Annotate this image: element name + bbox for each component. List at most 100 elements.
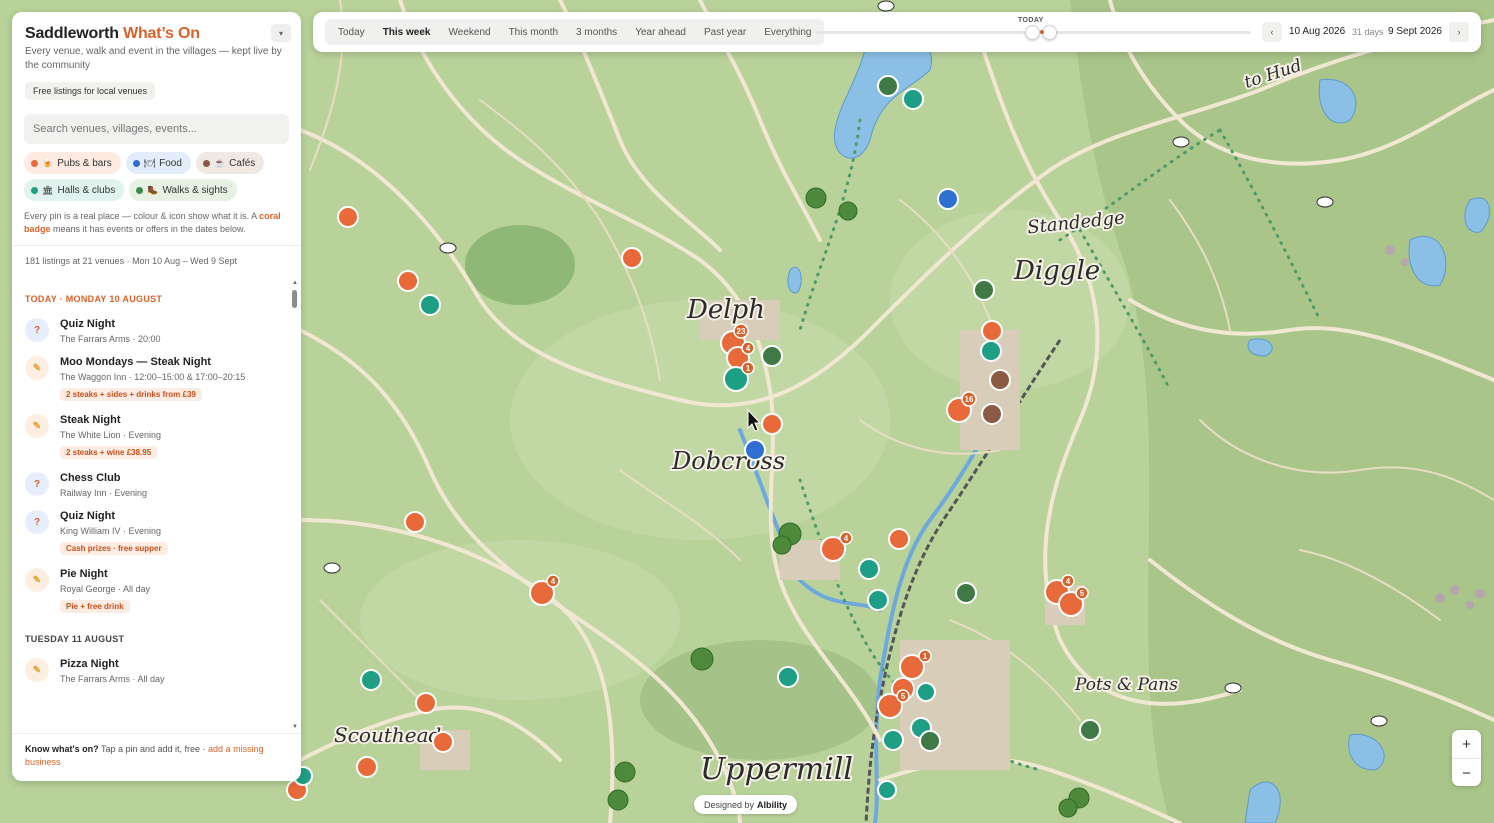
event-list-item[interactable]: ✎ Pie Night Royal George · All day Pie + fr… bbox=[12, 562, 301, 620]
range-tab[interactable]: This month bbox=[500, 21, 567, 43]
event-badge: 4 bbox=[839, 531, 853, 545]
chevron-down-icon[interactable]: ▾ bbox=[271, 24, 291, 42]
timeline-bar: Today This week Weekend This month 3 months Y… bbox=[313, 12, 1481, 52]
free-listings-badge[interactable]: Free listings for local venues bbox=[25, 82, 156, 100]
scroll-up-icon[interactable]: ▲ bbox=[292, 280, 298, 286]
hall-pin[interactable] bbox=[902, 88, 924, 110]
food-pin[interactable] bbox=[744, 439, 766, 461]
scroll-down-icon[interactable]: ▼ bbox=[292, 724, 298, 730]
range-tab[interactable]: Today bbox=[329, 21, 374, 43]
event-venue-time: Railway Inn · Evening bbox=[60, 488, 148, 498]
chevron-right-icon[interactable]: › bbox=[1449, 22, 1469, 42]
pub-pin[interactable] bbox=[337, 206, 359, 228]
cafe-pin[interactable] bbox=[981, 403, 1003, 425]
event-venue-time: The Farrars Arms · 20:00 bbox=[60, 334, 161, 344]
place-label-uppermill: Uppermill bbox=[700, 752, 853, 787]
event-list-item[interactable]: ? Quiz Night The Farrars Arms · 20:00 bbox=[12, 312, 301, 350]
event-list-item[interactable]: ? Quiz Night King William IV · Evening Cash… bbox=[12, 504, 301, 562]
pub-pin[interactable] bbox=[397, 270, 419, 292]
pub-pin[interactable] bbox=[888, 528, 910, 550]
category-icon: 🍺 bbox=[42, 157, 54, 168]
food-pin[interactable] bbox=[937, 188, 959, 210]
walk-pin[interactable] bbox=[919, 730, 941, 752]
zoom-in-button[interactable]: + bbox=[1452, 730, 1481, 758]
category-dot bbox=[132, 159, 140, 167]
event-type-icon: ? bbox=[25, 472, 49, 496]
svg-text:23: 23 bbox=[737, 327, 746, 336]
category-chip[interactable]: 🍽 Food bbox=[125, 152, 191, 174]
svg-text:5: 5 bbox=[901, 692, 906, 701]
svg-text:5: 5 bbox=[1080, 589, 1085, 598]
pub-pin[interactable] bbox=[981, 320, 1003, 342]
hall-pin[interactable] bbox=[980, 340, 1002, 362]
date-to: 9 Sept 2026 bbox=[1388, 26, 1442, 37]
range-tab[interactable]: Weekend bbox=[440, 21, 500, 43]
svg-text:1: 1 bbox=[746, 364, 751, 373]
scrollbar[interactable]: ▲ ▼ bbox=[292, 280, 298, 732]
chevron-left-icon[interactable]: ‹ bbox=[1262, 22, 1282, 42]
event-badge: 5 bbox=[896, 689, 910, 703]
place-label-scouthead: Scouthead bbox=[334, 723, 441, 747]
hall-pin[interactable] bbox=[777, 666, 799, 688]
event-title: Pie Night bbox=[60, 568, 108, 580]
event-badge: 4 bbox=[1061, 574, 1075, 588]
event-venue-time: King William IV · Evening bbox=[60, 526, 162, 536]
walk-pin[interactable] bbox=[761, 345, 783, 367]
event-list[interactable]: TODAY · MONDAY 10 AUGUST? Quiz Night The F… bbox=[12, 288, 301, 733]
offer-tag: Cash prizes · free supper bbox=[60, 542, 168, 555]
hall-pin[interactable] bbox=[877, 780, 897, 800]
category-chips: 🍺 Pubs & bars 🍽 Food ☕ Cafés 🏛 Halls & clubs 🥾 Wa… bbox=[24, 152, 289, 201]
hall-pin[interactable] bbox=[858, 558, 880, 580]
pub-pin[interactable] bbox=[432, 731, 454, 753]
category-chip[interactable]: ☕ Cafés bbox=[195, 152, 265, 174]
search-input[interactable] bbox=[24, 114, 289, 144]
slider-end-handle[interactable] bbox=[1042, 25, 1057, 40]
event-list-item[interactable]: ✎ Moo Mondays — Steak Night The Waggon Inn… bbox=[12, 350, 301, 408]
category-chip[interactable]: 🥾 Walks & sights bbox=[129, 179, 237, 201]
hall-pin[interactable] bbox=[916, 682, 936, 702]
walk-pin[interactable] bbox=[955, 582, 977, 604]
range-tab[interactable]: 3 months bbox=[567, 21, 626, 43]
hall-pin[interactable] bbox=[867, 589, 889, 611]
category-label: Walks & sights bbox=[162, 184, 228, 196]
hall-pin[interactable] bbox=[419, 294, 441, 316]
range-tab[interactable]: Everything bbox=[755, 21, 820, 43]
slider-start-handle[interactable] bbox=[1025, 25, 1040, 40]
event-badge: 16 bbox=[961, 391, 977, 407]
place-label-dobcross: Dobcross bbox=[671, 447, 785, 475]
app-subtitle: Every venue, walk and event in the villa… bbox=[25, 46, 282, 71]
pub-pin[interactable] bbox=[621, 247, 643, 269]
event-badge: 4 bbox=[546, 574, 560, 588]
category-icon: 🥾 bbox=[147, 184, 159, 195]
sidebar-footer: Know what's on? Tap a pin and add it, fr… bbox=[12, 733, 301, 781]
walk-pin[interactable] bbox=[877, 75, 899, 97]
event-list-item[interactable]: ? Chess Club Railway Inn · Evening bbox=[12, 466, 301, 504]
scrollbar-thumb[interactable] bbox=[292, 290, 297, 308]
pub-pin[interactable] bbox=[404, 511, 426, 533]
walk-pin[interactable] bbox=[973, 279, 995, 301]
pub-pin[interactable] bbox=[761, 413, 783, 435]
sidebar-header: Saddleworth What’s On ▾ Every venue, wal… bbox=[12, 12, 301, 100]
legend-note: Every pin is a real place — colour & ico… bbox=[24, 211, 281, 234]
event-list-item[interactable]: ✎ Steak Night The White Lion · Evening 2 st… bbox=[12, 408, 301, 466]
category-chip[interactable]: 🏛 Halls & clubs bbox=[24, 179, 125, 201]
zoom-out-button[interactable]: − bbox=[1452, 759, 1481, 787]
svg-text:4: 4 bbox=[1066, 577, 1071, 586]
range-tab[interactable]: Year ahead bbox=[626, 21, 695, 43]
pub-pin[interactable] bbox=[356, 756, 378, 778]
hall-pin[interactable] bbox=[882, 729, 904, 751]
event-venue-time: The White Lion · Evening bbox=[60, 430, 162, 440]
event-list-item[interactable]: ✎ Pizza Night The Farrars Arms · All day bbox=[12, 652, 301, 690]
pub-pin[interactable] bbox=[415, 692, 437, 714]
category-chip[interactable]: 🍺 Pubs & bars bbox=[24, 152, 121, 174]
cafe-pin[interactable] bbox=[989, 369, 1011, 391]
event-title: Steak Night bbox=[60, 414, 121, 426]
event-venue-time: The Farrars Arms · All day bbox=[60, 674, 165, 684]
category-icon: ☕ bbox=[213, 157, 226, 168]
walk-pin[interactable] bbox=[1079, 719, 1101, 741]
event-badge: 5 bbox=[1075, 586, 1089, 600]
designer-credit[interactable]: Designed by Albility bbox=[694, 795, 798, 814]
hall-pin[interactable] bbox=[360, 669, 382, 691]
range-tab[interactable]: This week bbox=[374, 21, 440, 43]
range-tab[interactable]: Past year bbox=[695, 21, 755, 43]
